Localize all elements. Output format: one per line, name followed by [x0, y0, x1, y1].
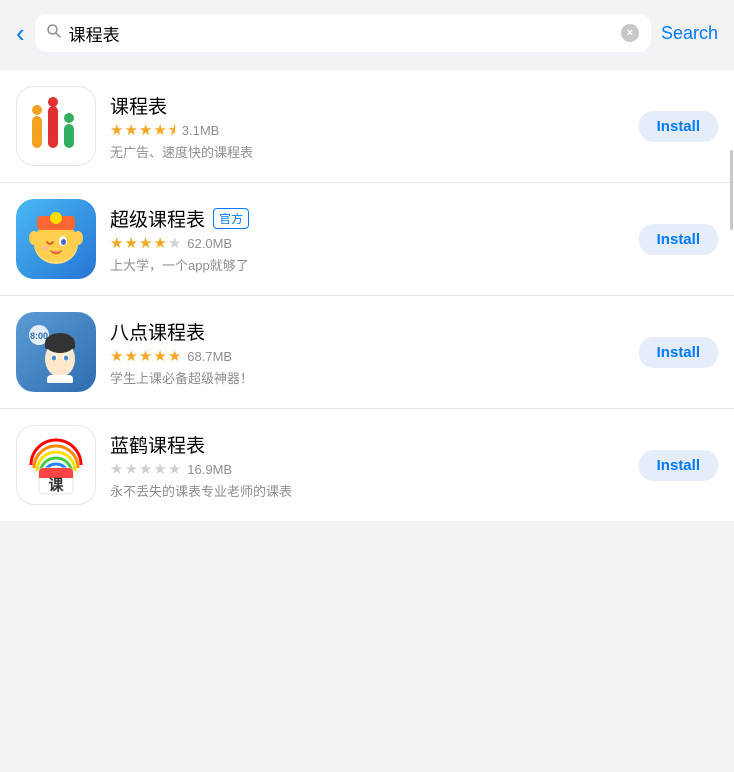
- search-icon: [47, 24, 61, 42]
- svg-text:8:00: 8:00: [30, 331, 48, 341]
- app-item-kechengbiao: 课程表 ★ ★ ★ ★ ⯨ 3.1MB 无广告、速度快的课程表 Install: [0, 70, 734, 183]
- clear-button[interactable]: ×: [621, 24, 639, 42]
- app-size: 16.9MB: [187, 462, 232, 477]
- app-icon-lanhe[interactable]: 课: [16, 425, 96, 505]
- search-input[interactable]: [69, 23, 613, 43]
- app-info-lanhe: 蓝鹤课程表 ★ ★ ★ ★ ★ 16.9MB 永不丢失的课表专业老师的课表: [110, 431, 625, 500]
- search-bar: ×: [35, 14, 651, 52]
- app-size: 62.0MB: [187, 236, 232, 251]
- app-item-super: 超级课程表 官方 ★ ★ ★ ★ ★ 62.0MB 上大学，一个app就够了 I…: [0, 183, 734, 296]
- svg-text:课: 课: [48, 477, 64, 494]
- stars: ★ ★ ★ ★ ★: [110, 236, 181, 251]
- install-button-lanhe[interactable]: Install: [639, 450, 718, 481]
- app-info-kechengbiao: 课程表 ★ ★ ★ ★ ⯨ 3.1MB 无广告、速度快的课程表: [110, 92, 625, 161]
- app-item-badian: 8:00 八点课程表: [0, 296, 734, 409]
- app-size: 3.1MB: [182, 123, 220, 138]
- official-badge: 官方: [213, 208, 249, 229]
- app-info-super: 超级课程表 官方 ★ ★ ★ ★ ★ 62.0MB 上大学，一个app就够了: [110, 205, 625, 274]
- app-desc: 永不丢失的课表专业老师的课表: [110, 481, 625, 500]
- stars: ★ ★ ★ ★ ⯨: [110, 123, 176, 138]
- install-button-kechengbiao[interactable]: Install: [639, 111, 718, 142]
- stars: ★ ★ ★ ★ ★: [110, 349, 181, 364]
- app-desc: 无广告、速度快的课程表: [110, 142, 625, 161]
- app-info-badian: 八点课程表 ★ ★ ★ ★ ★ 68.7MB 学生上课必备超级神器！: [110, 318, 625, 387]
- scrollbar-thumb[interactable]: [730, 150, 733, 230]
- search-action-button[interactable]: Search: [661, 23, 718, 44]
- app-desc: 学生上课必备超级神器！: [110, 368, 625, 387]
- app-name: 超级课程表: [110, 205, 205, 232]
- app-name: 课程表: [110, 92, 167, 119]
- app-icon-badian[interactable]: 8:00: [16, 312, 96, 392]
- stars: ★ ★ ★ ★ ★: [110, 462, 181, 477]
- app-icon-kechengbiao[interactable]: [16, 86, 96, 166]
- app-icon-super[interactable]: [16, 199, 96, 279]
- header: ‹ × Search: [0, 0, 734, 66]
- app-list: 课程表 ★ ★ ★ ★ ⯨ 3.1MB 无广告、速度快的课程表 Install: [0, 70, 734, 521]
- install-button-super[interactable]: Install: [639, 224, 718, 255]
- app-desc: 上大学，一个app就够了: [110, 255, 625, 274]
- app-size: 68.7MB: [187, 349, 232, 364]
- app-item-lanhe: 课 蓝鹤课程表 ★ ★ ★ ★ ★ 16.9MB 永不丢失的课表专业老师的课表 …: [0, 409, 734, 521]
- scrollbar-track: [730, 0, 734, 772]
- back-button[interactable]: ‹: [16, 20, 25, 46]
- install-button-badian[interactable]: Install: [639, 337, 718, 368]
- app-name: 八点课程表: [110, 318, 205, 345]
- app-name: 蓝鹤课程表: [110, 431, 205, 458]
